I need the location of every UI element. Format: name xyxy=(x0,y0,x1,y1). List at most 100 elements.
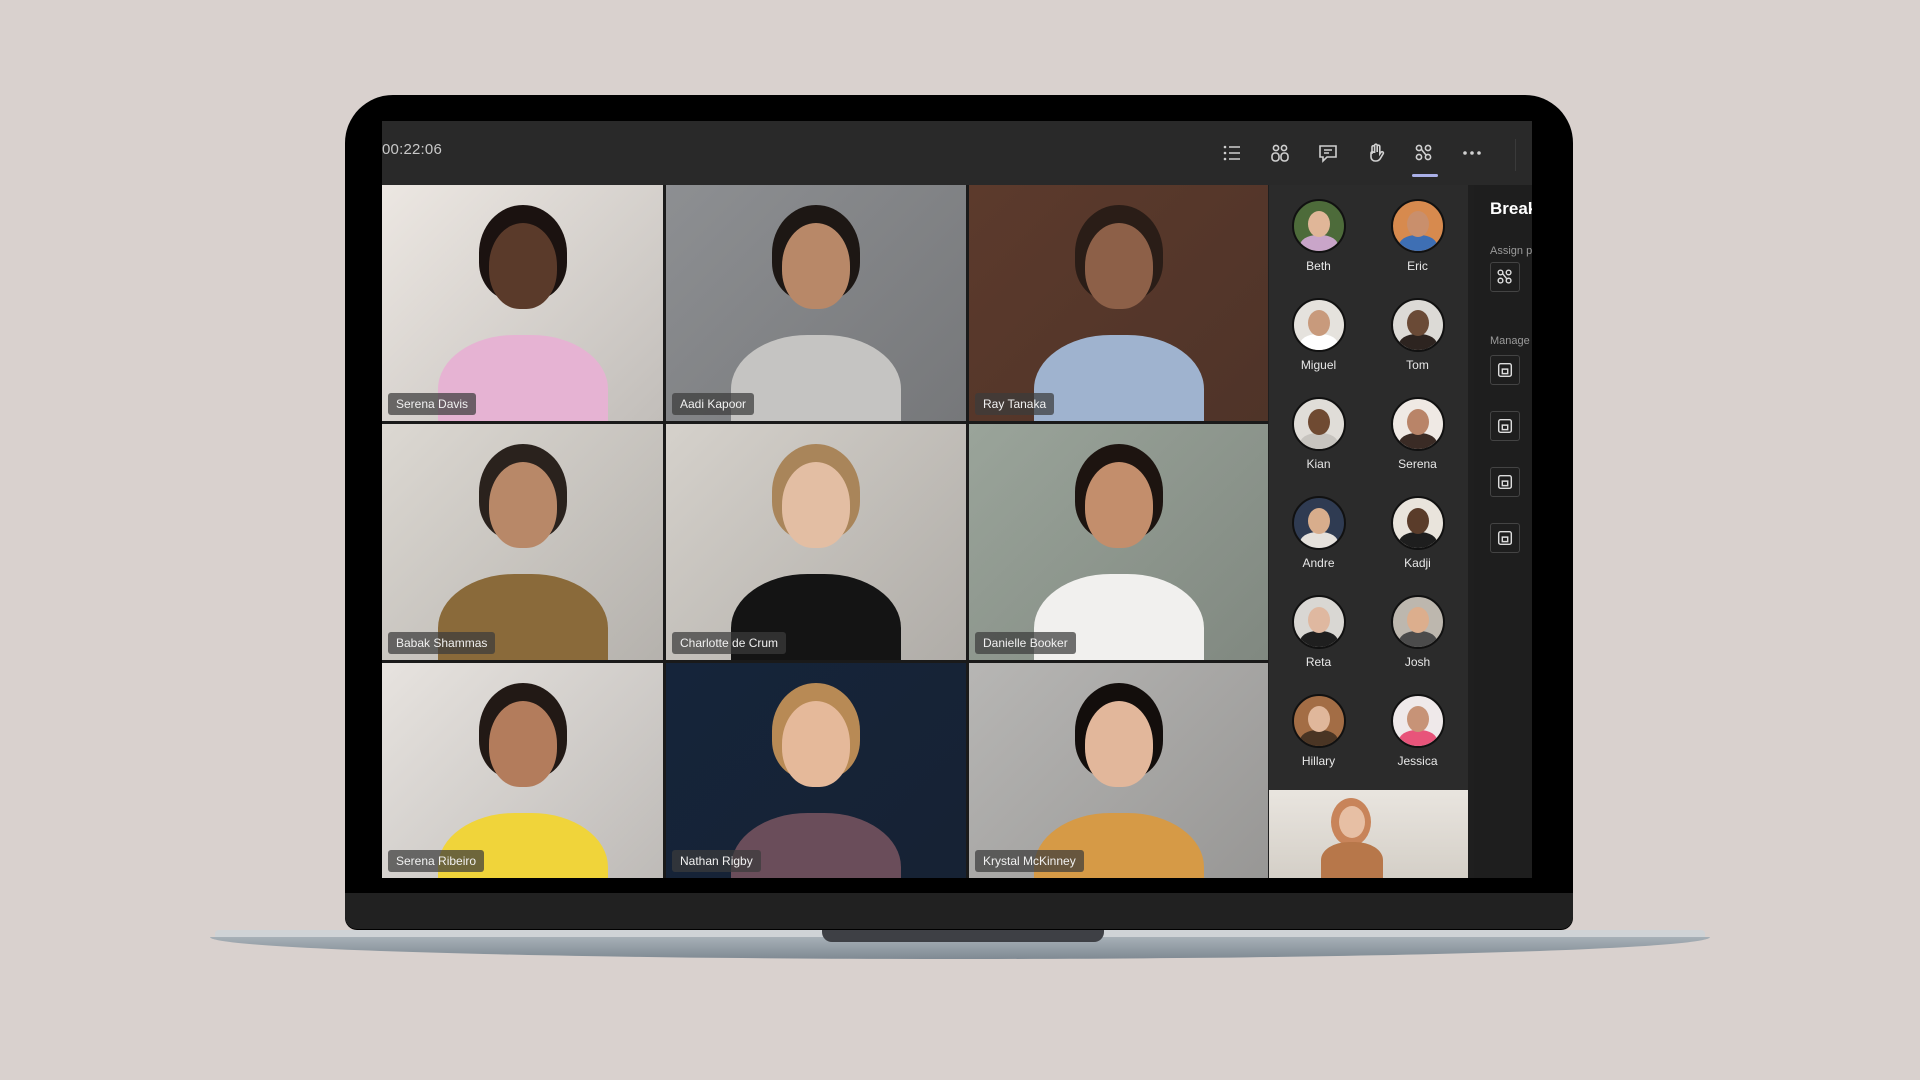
breakout-room-button[interactable] xyxy=(1490,467,1520,497)
participant-name: Kadji xyxy=(1404,556,1431,570)
avatar-face xyxy=(1307,310,1330,336)
laptop-notch xyxy=(822,928,1104,942)
avatar-body xyxy=(1299,433,1338,449)
avatar-body xyxy=(1398,334,1437,350)
more-options-icon xyxy=(1463,151,1481,155)
video-tile[interactable]: Charlotte de Crum xyxy=(666,424,966,660)
teams-meeting-window: 00:22:06 Serena Davis Aadi Kapoor Ray Tana… xyxy=(382,121,1532,878)
participant-name: Kian xyxy=(1306,457,1331,471)
participant-face xyxy=(488,462,557,548)
avatar-face xyxy=(1406,409,1429,435)
avatar xyxy=(1390,595,1445,649)
self-view-video[interactable] xyxy=(1269,790,1468,878)
participant-item[interactable]: Hillary xyxy=(1269,694,1368,793)
avatar-body xyxy=(1299,730,1338,746)
participant-name: Jessica xyxy=(1397,754,1438,768)
participant-name-label: Charlotte de Crum xyxy=(672,632,787,654)
participant-item[interactable]: Eric xyxy=(1368,199,1467,298)
participant-name: Josh xyxy=(1404,655,1431,669)
participant-name-label: Babak Shammas xyxy=(388,632,496,654)
participant-name: Miguel xyxy=(1300,358,1337,372)
participant-name-label: Serena Davis xyxy=(388,393,477,415)
participant-face xyxy=(1084,223,1153,309)
breakout-room-button[interactable] xyxy=(1490,411,1520,441)
participant-face xyxy=(488,223,557,309)
chat-icon xyxy=(1319,145,1337,163)
avatar-body xyxy=(1398,631,1437,647)
self-view-face xyxy=(1339,806,1365,838)
avatar xyxy=(1390,199,1445,253)
raise-hand-button[interactable] xyxy=(1352,135,1400,171)
participant-face xyxy=(488,701,557,787)
avatar-body xyxy=(1299,334,1338,350)
chat-button[interactable] xyxy=(1304,135,1352,171)
participant-item[interactable]: Serena xyxy=(1368,397,1467,496)
avatar-body xyxy=(1398,532,1437,548)
breakout-rooms-panel: Breakout rooms Assign participants Manag… xyxy=(1474,185,1532,878)
avatar-face xyxy=(1307,607,1330,633)
video-tile[interactable]: Danielle Booker xyxy=(969,424,1268,660)
toolbar-divider xyxy=(1515,139,1516,171)
self-view-body xyxy=(1321,842,1383,878)
participant-body xyxy=(1033,335,1204,421)
participant-face xyxy=(1084,701,1153,787)
participant-name-label: Danielle Booker xyxy=(975,632,1076,654)
avatar-face xyxy=(1307,211,1330,237)
avatar-face xyxy=(1406,706,1429,732)
breakout-room-button[interactable] xyxy=(1490,523,1520,553)
participant-item[interactable]: Beth xyxy=(1269,199,1368,298)
avatar xyxy=(1390,496,1445,550)
video-tile[interactable]: Aadi Kapoor xyxy=(666,185,966,421)
avatar xyxy=(1291,595,1346,649)
participant-item[interactable]: Andre xyxy=(1269,496,1368,595)
breakout-rooms-button[interactable] xyxy=(1400,135,1448,177)
participant-face xyxy=(782,462,850,548)
participant-item[interactable]: Miguel xyxy=(1269,298,1368,397)
avatar-face xyxy=(1406,508,1429,534)
manage-rooms-label: Manage rooms xyxy=(1490,335,1532,347)
participant-item[interactable]: Kian xyxy=(1269,397,1368,496)
more-options-button[interactable] xyxy=(1448,135,1496,171)
participant-name-label: Ray Tanaka xyxy=(975,393,1055,415)
avatar-face xyxy=(1307,409,1330,435)
breakout-panel-title: Breakout rooms xyxy=(1490,199,1532,218)
participant-item[interactable]: Kadji xyxy=(1368,496,1467,595)
participant-item[interactable]: Tom xyxy=(1368,298,1467,397)
toolbar-buttons xyxy=(1208,135,1496,177)
participants-button[interactable] xyxy=(1256,135,1304,171)
video-tile[interactable]: Babak Shammas xyxy=(382,424,663,660)
video-tile[interactable]: Nathan Rigby xyxy=(666,663,966,878)
participant-list: Beth Eric Miguel Tom Kian Serena Andre Kadji Ret… xyxy=(1269,185,1468,809)
avatar-face xyxy=(1307,508,1330,534)
video-tile[interactable]: Ray Tanaka xyxy=(969,185,1268,421)
participant-name-label: Serena Ribeiro xyxy=(388,850,485,872)
participants-icon xyxy=(1271,144,1289,162)
video-tile[interactable]: Krystal McKinney xyxy=(969,663,1268,878)
room-icon xyxy=(1497,418,1513,434)
meeting-timer: 00:22:06 xyxy=(382,141,442,158)
participant-item[interactable]: Josh xyxy=(1368,595,1467,694)
avatar xyxy=(1291,397,1346,451)
breakout-rooms-icon xyxy=(1415,144,1432,161)
assign-participants-label: Assign participants xyxy=(1490,245,1532,257)
avatar-body xyxy=(1299,532,1338,548)
avatar xyxy=(1291,199,1346,253)
room-icon xyxy=(1497,474,1513,490)
avatar xyxy=(1390,298,1445,352)
room-icon xyxy=(1497,362,1513,378)
avatar-body xyxy=(1398,730,1437,746)
participant-name: Reta xyxy=(1305,655,1332,669)
laptop-chin xyxy=(345,893,1573,929)
video-tile[interactable]: Serena Ribeiro xyxy=(382,663,663,878)
participant-item[interactable]: Reta xyxy=(1269,595,1368,694)
participant-name: Hillary xyxy=(1301,754,1336,768)
breakout-room-button[interactable] xyxy=(1490,355,1520,385)
video-tile[interactable]: Serena Davis xyxy=(382,185,663,421)
participant-name: Serena xyxy=(1398,457,1437,471)
room-icon xyxy=(1497,530,1513,546)
agenda-list-button[interactable] xyxy=(1208,135,1256,171)
participant-item[interactable]: Jessica xyxy=(1368,694,1467,793)
assign-participants-button[interactable] xyxy=(1490,262,1520,292)
participant-name: Beth xyxy=(1306,259,1331,273)
avatar xyxy=(1291,298,1346,352)
